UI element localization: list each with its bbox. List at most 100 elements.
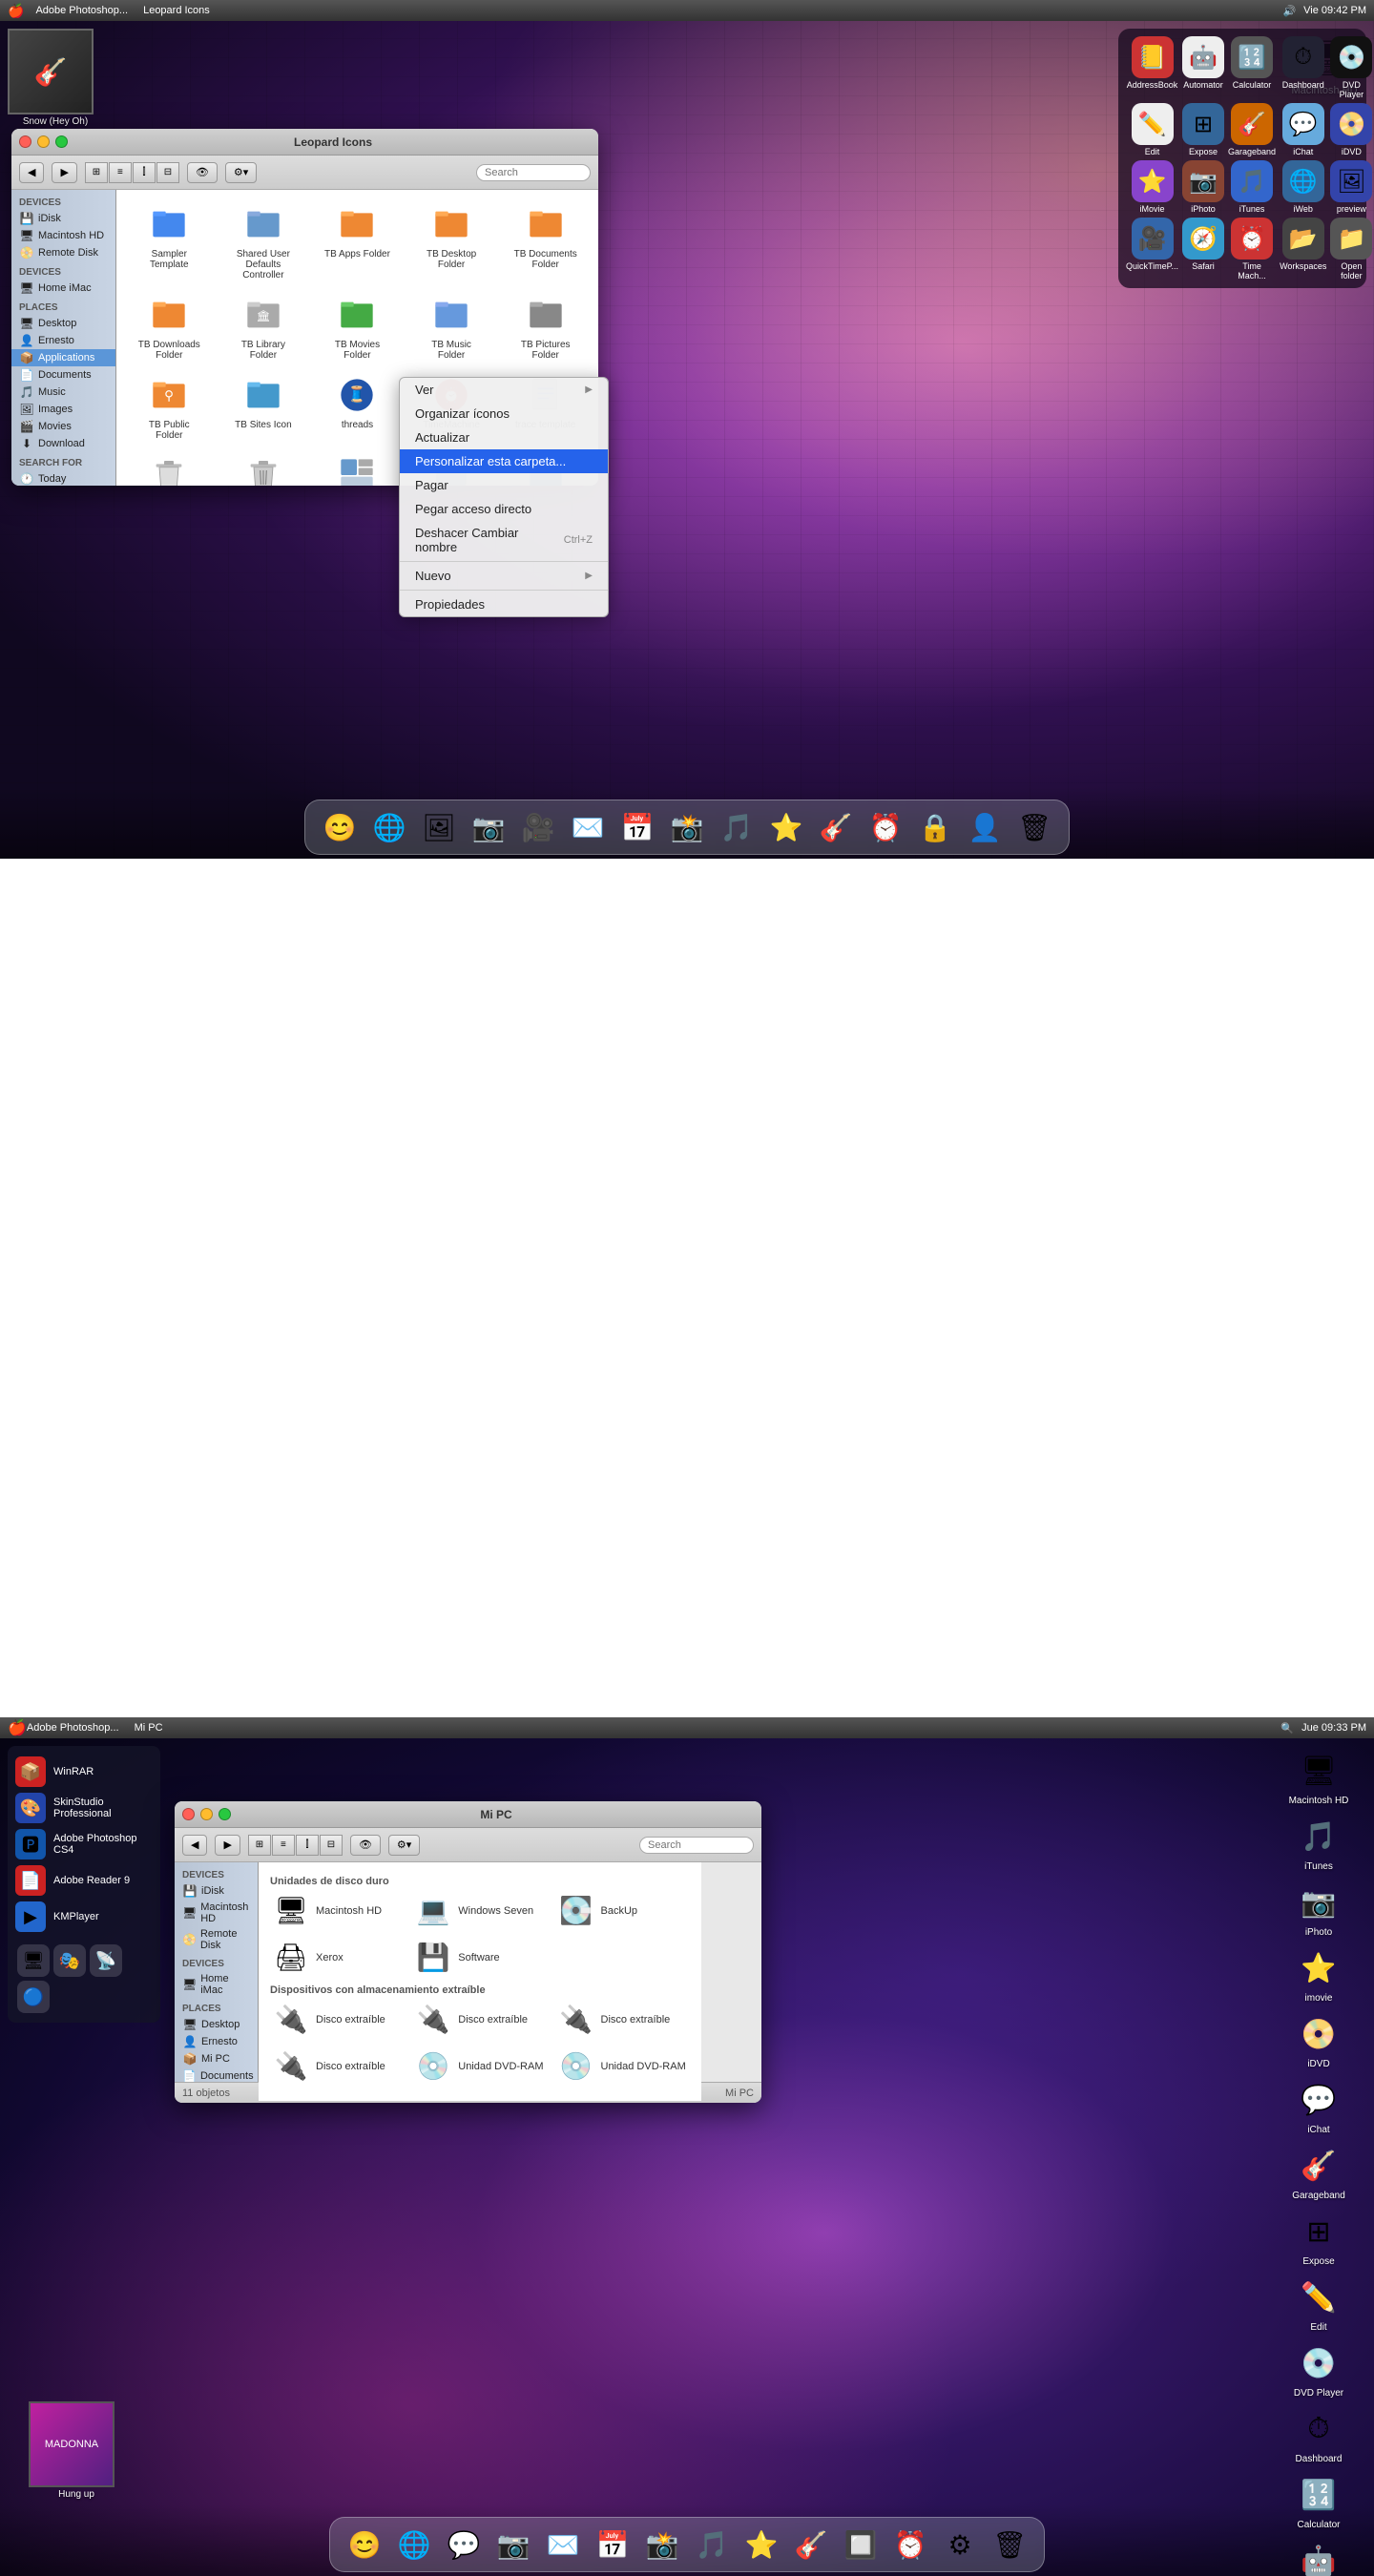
app-preview[interactable]: 🖼 preview [1330,160,1372,214]
finder-item-trash-empty[interactable]: Trash empty [124,448,215,486]
app-garageband[interactable]: 🎸 Garageband [1228,103,1276,156]
mipc-sidebar-idisk[interactable]: 💾iDisk [175,1882,258,1900]
mipc-close-button[interactable] [182,1808,195,1820]
sidebar-music[interactable]: 🎵Music [11,384,115,401]
icon-view-btn[interactable]: ⊞ [85,162,108,183]
dock-bottom-trash[interactable]: 🗑 [987,2522,1032,2567]
menu-photoshop[interactable]: Adobe Photoshop... [35,5,128,16]
mipc-search-input[interactable] [639,1837,754,1854]
forward-button[interactable]: ▶ [52,162,76,183]
app-automator[interactable]: 🤖 Automator [1182,36,1224,99]
dock-bottom-ichat[interactable]: 💬 [441,2522,487,2567]
extra-icon-3[interactable]: 📡 [90,1944,122,1977]
mipc-view-flow[interactable]: ⊟ [320,1835,343,1856]
dock-bottom-iphoto[interactable]: 📷 [490,2522,536,2567]
mipc-sidebar-home[interactable]: 🖥Home iMac [175,1971,258,1998]
dock-star[interactable]: ⭐ [763,804,809,850]
left-panel-adobe[interactable]: 📄 Adobe Reader 9 [15,1862,153,1899]
minimize-button[interactable] [37,135,50,148]
left-panel-winrar[interactable]: 📦 WinRAR [15,1754,153,1790]
finder-item-tbdocuments[interactable]: TB Documents Folder [500,197,591,284]
sidebar-applications[interactable]: 📦Applications [11,349,115,366]
mipc-forward-btn[interactable]: ▶ [215,1835,239,1856]
right-edit[interactable]: ✏️ Edit [1271,2273,1366,2333]
dock-bottom-iphoto2[interactable]: 📸 [639,2522,685,2567]
finder-item-tbsites[interactable]: TB Sites Icon [219,368,309,445]
sidebar-macintosh-hd[interactable]: 🖥Macintosh HD [11,227,115,244]
mipc-back-btn[interactable]: ◀ [182,1835,207,1856]
ctx-personalizar[interactable]: Personalizar esta carpeta... [400,449,608,473]
sidebar-images[interactable]: 🖼Images [11,401,115,418]
itunes-widget[interactable]: 🎸 Snow (Hey Oh) [8,29,103,124]
dock-user[interactable]: 👤 [962,804,1008,850]
extra-icon-2[interactable]: 🎭 [53,1944,86,1977]
dock-bottom-mail[interactable]: ✉️ [540,2522,586,2567]
extra-icon-4[interactable]: 🔵 [17,1981,50,2013]
sidebar-home-imac[interactable]: 🖥Home iMac [11,280,115,297]
finder-item-trash-full[interactable]: Trash Full [219,448,309,486]
ctx-actualizar[interactable]: Actualizar [400,426,608,449]
menu-volume[interactable]: 🔊 [1282,5,1296,17]
maximize-button[interactable] [55,135,68,148]
app-calculator[interactable]: 🔢 Calculator [1228,36,1276,99]
app-idvd[interactable]: 📀 iDVD [1330,103,1372,156]
mipc-disco3[interactable]: 🔌 Disco extraíble [555,2000,690,2039]
finder-item-tbpictures[interactable]: TB Pictures Folder [500,288,591,364]
dock-bottom-music[interactable]: 🎵 [689,2522,735,2567]
right-iphoto[interactable]: 📷 iPhoto [1271,1878,1366,1938]
right-dvd[interactable]: 💿 DVD Player [1271,2338,1366,2399]
dock-bottom-gear[interactable]: ⚙ [937,2522,983,2567]
dock-lock[interactable]: 🔒 [912,804,958,850]
sidebar-movies[interactable]: 🎬Movies [11,418,115,435]
mipc-action-btn[interactable]: ⚙▾ [388,1835,420,1856]
mipc-preview-btn[interactable]: 👁 [350,1835,381,1856]
action-btn[interactable]: ⚙▾ [225,162,257,183]
left-panel-skinstudio[interactable]: 🎨 SkinStudio Professional [15,1790,153,1826]
mipc-minimize-button[interactable] [200,1808,213,1820]
dock-camera[interactable]: 📷 [466,804,511,850]
sidebar-documents[interactable]: 📄Documents [11,366,115,384]
mipc-mac-hd[interactable]: 🖥 Macintosh HD [270,1891,405,1930]
finder-item-tbdownloads[interactable]: TB Downloads Folder [124,288,215,364]
sidebar-download[interactable]: ⬇Download [11,435,115,452]
back-button[interactable]: ◀ [19,162,44,183]
app-expose[interactable]: ⊞ Expose [1182,103,1224,156]
mipc-sidebar-mac[interactable]: 🖥Macintosh HD [175,1900,258,1926]
flow-view-btn[interactable]: ⊟ [156,162,179,183]
mipc-win7[interactable]: 💻 Windows Seven [412,1891,547,1930]
dock-bottom-guitar[interactable]: 🎸 [788,2522,834,2567]
close-button[interactable] [19,135,31,148]
app-itunes[interactable]: 🎵 iTunes [1228,160,1276,214]
menu-mipc[interactable]: Mi PC [135,1722,163,1734]
finder-item-shared[interactable]: Shared User Defaults Controller [219,197,309,284]
dock-music[interactable]: 🎵 [714,804,760,850]
bottom-album[interactable]: MADONNA Hung up [29,2401,124,2500]
apple-menu[interactable]: 🍎 [8,3,24,19]
mipc-disco1[interactable]: 🔌 Disco extraíble [270,2000,405,2039]
app-imovie[interactable]: ⭐ iMovie [1126,160,1178,214]
sidebar-idisk[interactable]: 💾iDisk [11,210,115,227]
ctx-deshacer[interactable]: Deshacer Cambiar nombre Ctrl+Z [400,521,608,559]
dock-pic[interactable]: 📸 [664,804,710,850]
app-openfolder[interactable]: 📁 Open folder [1330,218,1372,280]
menu-photoshop-bottom[interactable]: Adobe Photoshop... [27,1722,119,1734]
dock-video[interactable]: 🎥 [515,804,561,850]
finder-item-tbmusic[interactable]: TB Music Folder [406,288,497,364]
finder-item-tbpublic[interactable]: ⚲ TB Public Folder [124,368,215,445]
ctx-pagar[interactable]: Pagar [400,473,608,497]
app-ichat[interactable]: 💬 iChat [1280,103,1326,156]
finder-item-tbdesktop[interactable]: TB Desktop Folder [406,197,497,284]
right-imovie[interactable]: ⭐ imovie [1271,1943,1366,2004]
finder-item-sampler[interactable]: Sampler Template [124,197,215,284]
dock-bottom-clock[interactable]: ⏰ [887,2522,933,2567]
dock-trash[interactable]: 🗑 [1011,804,1057,850]
ctx-ver[interactable]: Ver ▶ [400,378,608,402]
mipc-sidebar-documents[interactable]: 📄Documents [175,2067,258,2082]
apple-menu-bottom[interactable]: 🍎 [8,1718,27,1737]
extra-icon-1[interactable]: 🖥 [17,1944,50,1977]
app-quicktime[interactable]: 🎥 QuickTimeP... [1126,218,1178,280]
mipc-dvdram2[interactable]: 💿 Unidad DVD-RAM [555,2046,690,2086]
mipc-sidebar-ernesto[interactable]: 👤Ernesto [175,2033,258,2050]
sidebar-today[interactable]: 🕐Today [11,470,115,486]
dock-finder[interactable]: 😊 [317,804,363,850]
